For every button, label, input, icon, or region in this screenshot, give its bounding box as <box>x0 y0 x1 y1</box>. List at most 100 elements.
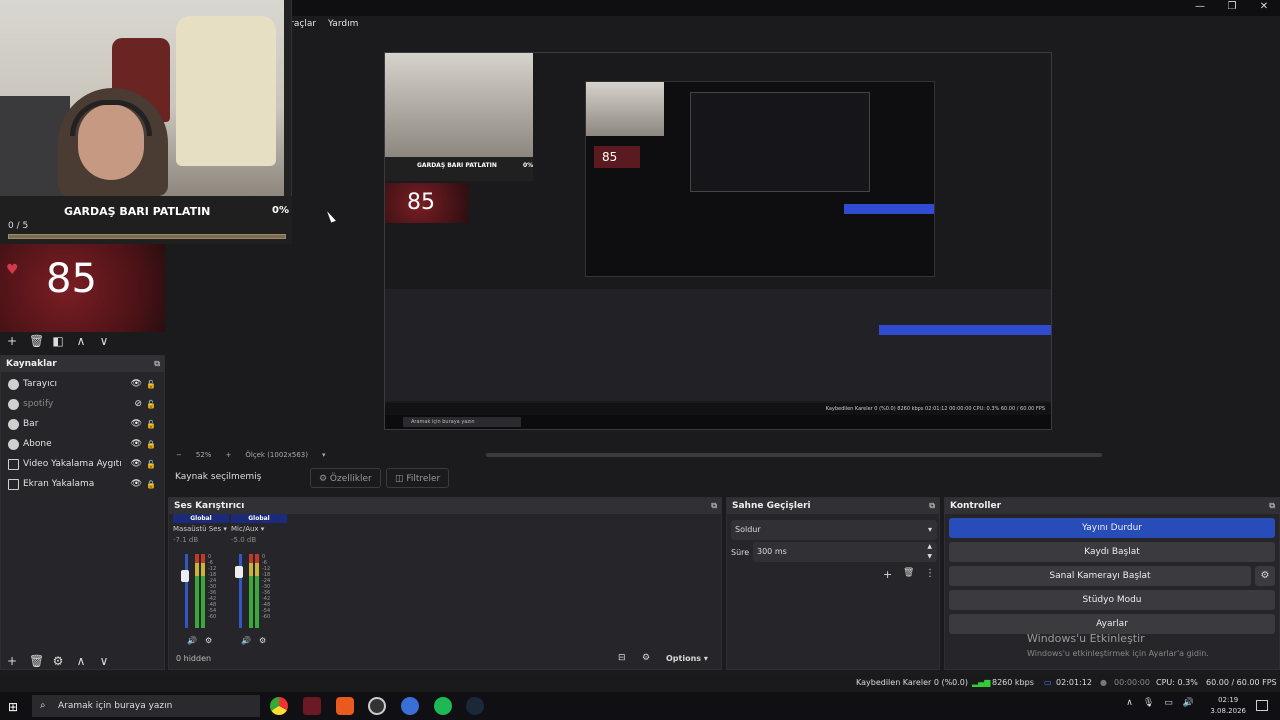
remove-scene-button[interactable]: 🗑 <box>29 334 44 348</box>
spotify-icon[interactable] <box>434 697 452 715</box>
stepper-icon[interactable]: ▲ ▼ <box>927 542 932 562</box>
fader-knob[interactable] <box>181 570 189 582</box>
start-record-button[interactable]: Kaydı Başlat <box>949 542 1275 562</box>
duration-input[interactable]: 300 ms ▲ ▼ <box>753 542 937 562</box>
taskbar-search[interactable]: ⌕ Aramak için buraya yazın <box>32 695 260 717</box>
more-icon[interactable]: ⋮ <box>925 568 935 579</box>
trash-icon[interactable]: 🗑 <box>903 568 914 578</box>
lock-icon[interactable]: 🔓 <box>146 400 156 409</box>
audio-mixer-panel: Ses Karıştırıcı ⧉ Global Masaüstü Ses ▾ -… <box>168 497 722 670</box>
vivaldi-icon[interactable] <box>303 697 321 715</box>
properties-button[interactable]: ⚙ Özellikler <box>310 468 381 488</box>
db-tick: -60 <box>262 614 271 620</box>
scene-filter-button[interactable]: ◧ <box>52 334 64 348</box>
source-down-button[interactable]: ∨ <box>98 654 110 668</box>
add-transition-button[interactable]: + <box>883 568 892 581</box>
browser-icon[interactable] <box>401 697 419 715</box>
add-scene-button[interactable]: + <box>6 334 18 348</box>
controls-panel: Kontroller ⧉ Yayını Durdur Kaydı Başlat S… <box>944 497 1280 670</box>
channel-gear-icon[interactable]: ⚙ <box>205 636 212 645</box>
clock[interactable]: 02:19 3.08.2026 <box>1210 695 1246 717</box>
eye-icon[interactable]: 👁 <box>131 459 142 469</box>
lock-icon[interactable]: 🔒 <box>146 480 156 489</box>
remove-source-button[interactable]: 🗑 <box>29 654 44 668</box>
eye-hidden-icon[interactable]: ⊘ <box>134 399 142 409</box>
eye-icon[interactable]: 👁 <box>131 439 142 449</box>
volume-icon[interactable]: 🔊 <box>1183 698 1194 708</box>
nested-inner-webcam <box>586 82 664 136</box>
undock-icon[interactable]: ⧉ <box>154 356 160 372</box>
add-source-button[interactable]: + <box>6 654 18 668</box>
advanced-audio-icon[interactable]: ⚙ <box>642 653 650 663</box>
source-item[interactable]: Tarayıcı 👁 🔓 <box>1 374 164 394</box>
zoom-out-button[interactable]: − <box>176 451 182 459</box>
undock-icon[interactable]: ⧉ <box>1269 498 1275 514</box>
settings-button[interactable]: Ayarlar <box>949 614 1275 634</box>
stop-stream-button[interactable]: Yayını Durdur <box>949 518 1275 538</box>
virtual-cam-gear-icon[interactable]: ⚙ <box>1255 566 1275 586</box>
source-item[interactable]: Abone 👁 🔒 <box>1 434 164 454</box>
network-icon[interactable]: ▭ <box>1164 698 1173 708</box>
studio-mode-button[interactable]: Stüdyo Modu <box>949 590 1275 610</box>
eye-icon[interactable]: 👁 <box>131 479 142 489</box>
channel-label: Mic/Aux <box>231 525 259 533</box>
time: 02:19 <box>1218 696 1239 704</box>
zoom-in-button[interactable]: + <box>225 451 231 459</box>
close-button[interactable]: ✕ <box>1248 0 1280 14</box>
nested-status: Kaybedilen Kareler 0 (%0.0) 8260 kbps 02… <box>385 403 1051 415</box>
brave-icon[interactable] <box>336 697 354 715</box>
move-up-button[interactable]: ∧ <box>75 334 87 348</box>
source-up-button[interactable]: ∧ <box>75 654 87 668</box>
db-scale: 0 -6 -12 -18 -24 -30 -36 -42 -48 -54 -60 <box>262 554 270 620</box>
undock-icon[interactable]: ⧉ <box>711 498 717 514</box>
notification-icon[interactable] <box>1256 700 1268 711</box>
channel-name[interactable]: Mic/Aux ▾ <box>231 525 287 533</box>
lock-icon[interactable]: 🔓 <box>146 380 156 389</box>
channel-name[interactable]: Masaüstü Ses ▾ <box>173 525 229 533</box>
undock-icon[interactable]: ⧉ <box>929 498 935 514</box>
eye-icon[interactable]: 👁 <box>131 379 142 389</box>
webcam-source: GARDAŞ BARI PATLATIN 0% 0 / 5 <box>0 0 292 244</box>
volume-fader[interactable] <box>185 554 188 628</box>
nested-search: Aramak için buraya yazın <box>403 417 521 427</box>
obs-icon[interactable] <box>368 697 386 715</box>
layout-icon[interactable]: ⊟ <box>618 653 626 663</box>
minimize-button[interactable]: — <box>1184 0 1216 14</box>
speaker-icon[interactable]: 🔊 <box>187 636 197 645</box>
scale-label[interactable]: Ölçek (1002x563) <box>245 451 308 459</box>
fps: 60.00 / 60.00 FPS <box>1206 678 1277 687</box>
gear-icon[interactable]: ⚙ <box>52 654 64 668</box>
chrome-icon[interactable] <box>270 697 288 715</box>
record-time: 00:00:00 <box>1114 678 1150 687</box>
speaker-icon[interactable]: 🔊 <box>241 636 251 645</box>
mic-icon[interactable]: 🎙 <box>1143 698 1154 708</box>
restore-button[interactable]: ❐ <box>1216 0 1248 14</box>
virtual-camera-button[interactable]: Sanal Kamerayı Başlat <box>949 566 1251 586</box>
lock-icon[interactable]: 🔓 <box>146 460 156 469</box>
move-down-button[interactable]: ∨ <box>98 334 110 348</box>
windows-start-icon[interactable]: ⊞ <box>8 700 18 714</box>
transitions-header: Sahne Geçişleri ⧉ <box>727 498 939 514</box>
source-item[interactable]: Video Yakalama Aygıtı 👁 🔓 <box>1 454 164 474</box>
source-item[interactable]: spotify ⊘ 🔓 <box>1 394 164 414</box>
eye-icon[interactable]: 👁 <box>131 419 142 429</box>
lock-icon[interactable]: 🔓 <box>146 420 156 429</box>
menu-help[interactable]: Yardım <box>328 16 358 32</box>
stream-icon: ▭ <box>1044 678 1052 687</box>
bitrate: 8260 kbps <box>992 678 1034 687</box>
options-button[interactable]: Options ▾ <box>666 654 708 663</box>
lock-icon[interactable]: 🔒 <box>146 440 156 449</box>
horizontal-scrollbar[interactable] <box>486 453 1102 457</box>
channel-gear-icon[interactable]: ⚙ <box>259 636 266 645</box>
chevron-down-icon[interactable]: ▾ <box>322 451 326 459</box>
chevron-up-icon[interactable]: ∧ <box>1126 698 1133 708</box>
filters-button[interactable]: ◫ Filtreler <box>386 468 450 488</box>
global-badge: Global <box>231 514 287 523</box>
source-item[interactable]: Bar 👁 🔓 <box>1 414 164 434</box>
steam-icon[interactable] <box>466 697 484 715</box>
fader-knob[interactable] <box>235 566 243 578</box>
source-item[interactable]: Ekran Yakalama 👁 🔒 <box>1 474 164 494</box>
transition-select[interactable]: Soldur ▾ <box>731 520 937 540</box>
goal-title: GARDAŞ BARI PATLATIN <box>64 205 211 218</box>
source-toolbar: Kaynak seçilmemiş ⚙ Özellikler ◫ Filtrel… <box>170 466 1280 490</box>
